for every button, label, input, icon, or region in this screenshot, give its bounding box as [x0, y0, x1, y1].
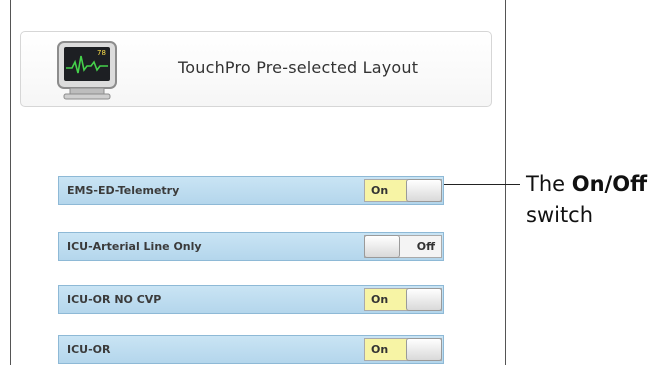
switch-state-label: On [371, 293, 389, 306]
monitor-value: 78 [97, 49, 106, 57]
callout-leader-line [444, 184, 520, 185]
callout-prefix: The [526, 172, 566, 196]
switch-knob[interactable] [406, 179, 442, 202]
on-off-switch[interactable]: On [364, 288, 442, 311]
switch-state-label: On [371, 343, 389, 356]
page-title: TouchPro Pre-selected Layout [178, 58, 419, 77]
switch-knob[interactable] [406, 338, 442, 361]
layout-row-label: ICU-OR [67, 343, 111, 356]
on-off-switch[interactable]: On [364, 179, 442, 202]
layout-row: ICU-OR On [58, 335, 444, 364]
layout-row: EMS-ED-Telemetry On [58, 176, 444, 205]
callout-bold: On/Off [571, 172, 648, 196]
on-off-switch[interactable]: On [364, 338, 442, 361]
on-off-switch[interactable]: Off [364, 235, 442, 258]
layout-row-label: EMS-ED-Telemetry [67, 184, 180, 197]
layout-row-label: ICU-OR NO CVP [67, 293, 162, 306]
switch-state-label: Off [416, 240, 435, 253]
switch-state-label: On [371, 184, 389, 197]
layout-row: ICU-Arterial Line Only Off [58, 232, 444, 261]
callout-annotation: The On/Off switch [526, 169, 666, 231]
switch-knob[interactable] [364, 235, 400, 258]
switch-knob[interactable] [406, 288, 442, 311]
layout-row-label: ICU-Arterial Line Only [67, 240, 202, 253]
patient-monitor-icon: 78 [57, 41, 117, 100]
layout-header-card: 78 TouchPro Pre-selected Layout [20, 31, 492, 107]
callout-suffix: switch [526, 203, 594, 227]
layout-row: ICU-OR NO CVP On [58, 285, 444, 314]
